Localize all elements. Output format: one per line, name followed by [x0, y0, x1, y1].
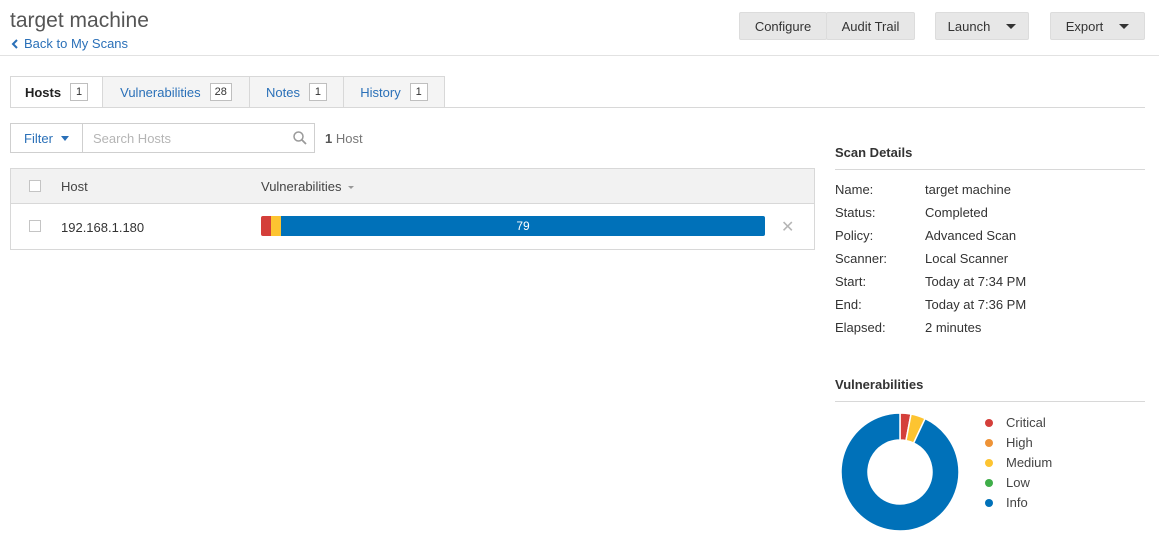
- vulnerability-bar[interactable]: 79: [261, 216, 765, 236]
- detail-label: Status:: [835, 205, 876, 220]
- scan-details-divider: [835, 169, 1145, 170]
- tab-history[interactable]: History 1: [344, 76, 445, 108]
- caret-down-icon: [1006, 23, 1017, 29]
- caret-down-icon: [60, 135, 69, 141]
- host-count-text: Host: [332, 131, 363, 146]
- high-dot-icon: [985, 438, 993, 447]
- legend-label: Low: [1006, 475, 1030, 490]
- detail-name: Name: target machine: [835, 182, 1145, 200]
- tab-label: History: [360, 84, 401, 100]
- row-checkbox[interactable]: [29, 220, 41, 232]
- legend-low[interactable]: Low: [985, 475, 1030, 490]
- tab-count: 1: [409, 83, 428, 101]
- filter-search-bar: Filter: [10, 123, 315, 153]
- detail-value: target machine: [925, 182, 1011, 197]
- medium-segment[interactable]: [271, 216, 281, 236]
- select-all-checkbox[interactable]: [29, 180, 41, 192]
- audit-trail-label: Audit Trail: [841, 18, 900, 34]
- medium-dot-icon: [985, 458, 993, 467]
- detail-elapsed: Elapsed: 2 minutes: [835, 320, 1145, 338]
- legend-medium[interactable]: Medium: [985, 455, 1052, 470]
- vulnerabilities-column-header[interactable]: Vulnerabilities: [261, 179, 355, 194]
- detail-label: Scanner:: [835, 251, 888, 266]
- detail-label: Name:: [835, 182, 874, 197]
- detail-value: Completed: [925, 205, 988, 220]
- info-count: 79: [516, 219, 530, 233]
- legend-info[interactable]: Info: [985, 495, 1028, 510]
- info-segment[interactable]: 79: [281, 216, 765, 236]
- info-dot-icon: [985, 498, 993, 507]
- tab-notes[interactable]: Notes 1: [250, 76, 344, 108]
- detail-value: Local Scanner: [925, 251, 1009, 266]
- host-ip[interactable]: 192.168.1.180: [61, 220, 144, 235]
- critical-segment[interactable]: [261, 216, 271, 236]
- detail-scanner: Scanner: Local Scanner: [835, 251, 1145, 269]
- detail-start: Start: Today at 7:34 PM: [835, 274, 1145, 292]
- table-header: Host Vulnerabilities: [11, 169, 814, 204]
- header-divider: [0, 55, 1159, 56]
- launch-button[interactable]: Launch: [935, 12, 1029, 40]
- vulnerabilities-panel-title: Vulnerabilities: [835, 377, 924, 392]
- export-button[interactable]: Export: [1050, 12, 1145, 40]
- chevron-left-icon: [11, 38, 18, 49]
- detail-status: Status: Completed: [835, 205, 1145, 223]
- filter-label: Filter: [24, 130, 53, 146]
- remove-host-icon[interactable]: ✕: [781, 217, 794, 237]
- legend-label: Critical: [1006, 415, 1046, 430]
- caret-down-icon: [1119, 23, 1130, 29]
- sort-caret-icon: [348, 186, 355, 190]
- detail-label: End:: [835, 297, 862, 312]
- back-to-scans-link[interactable]: Back to My Scans: [11, 36, 128, 51]
- page-title: target machine: [10, 9, 149, 32]
- search-icon[interactable]: [286, 124, 314, 152]
- export-label: Export: [1065, 18, 1104, 34]
- tab-vulnerabilities[interactable]: Vulnerabilities 28: [103, 76, 250, 108]
- detail-label: Policy:: [835, 228, 874, 243]
- table-row[interactable]: 192.168.1.180 79 ✕: [11, 204, 814, 249]
- host-column-header[interactable]: Host: [61, 179, 88, 194]
- tab-label: Notes: [266, 84, 300, 100]
- tab-label: Vulnerabilities: [120, 84, 201, 100]
- legend-critical[interactable]: Critical: [985, 415, 1046, 430]
- detail-label: Start:: [835, 274, 867, 289]
- low-dot-icon: [985, 478, 993, 487]
- detail-value: 2 minutes: [925, 320, 982, 335]
- detail-value: Today at 7:36 PM: [925, 297, 1027, 312]
- tab-count: 1: [308, 83, 327, 101]
- configure-button[interactable]: Configure: [739, 12, 827, 40]
- detail-label: Elapsed:: [835, 320, 886, 335]
- detail-value: Today at 7:34 PM: [925, 274, 1027, 289]
- legend-label: High: [1006, 435, 1033, 450]
- vulnerabilities-donut-chart[interactable]: [840, 412, 960, 532]
- legend-high[interactable]: High: [985, 435, 1033, 450]
- detail-policy: Policy: Advanced Scan: [835, 228, 1145, 246]
- hosts-table: Host Vulnerabilities 192.168.1.180 79 ✕: [10, 168, 815, 250]
- detail-value: Advanced Scan: [925, 228, 1017, 243]
- scan-details-title: Scan Details: [835, 145, 913, 160]
- back-link-label: Back to My Scans: [24, 36, 129, 51]
- host-count: 1 Host: [325, 131, 363, 146]
- tab-label: Hosts: [24, 84, 62, 100]
- legend-label: Medium: [1006, 455, 1053, 470]
- configure-label: Configure: [754, 18, 812, 34]
- detail-end: End: Today at 7:36 PM: [835, 297, 1145, 315]
- tabs-divider: [10, 107, 1145, 108]
- vulnerabilities-column-label: Vulnerabilities: [261, 179, 342, 194]
- tab-bar: Hosts 1 Vulnerabilities 28 Notes 1 History 1: [10, 76, 445, 108]
- tab-hosts[interactable]: Hosts 1: [10, 76, 103, 108]
- launch-label: Launch: [947, 18, 991, 34]
- audit-trail-button[interactable]: Audit Trail: [826, 12, 915, 40]
- tab-count: 1: [70, 83, 89, 101]
- search-hosts-input[interactable]: [83, 124, 286, 152]
- filter-button[interactable]: Filter: [11, 124, 83, 152]
- tab-count: 28: [209, 83, 232, 101]
- vulnerabilities-panel-divider: [835, 401, 1145, 402]
- donut-slice-info[interactable]: [840, 412, 960, 532]
- legend-label: Info: [1006, 495, 1028, 510]
- critical-dot-icon: [985, 418, 993, 427]
